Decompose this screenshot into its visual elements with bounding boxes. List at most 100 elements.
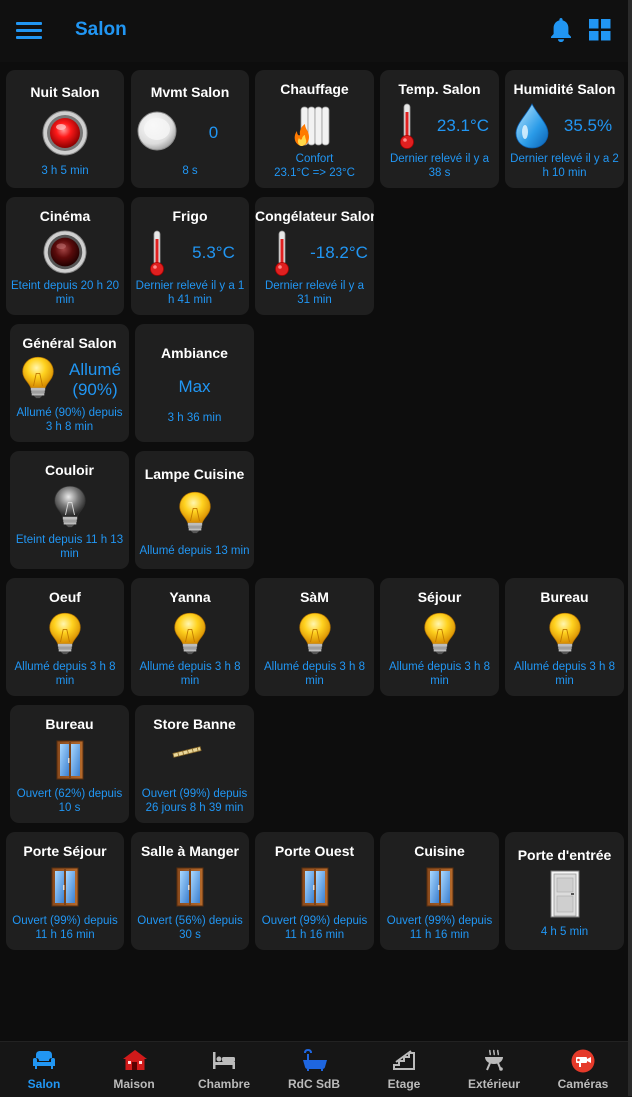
thermometer-icon bbox=[149, 229, 165, 277]
bottom-nav: Salon Maison Chambre RdC SdB Etage Extér… bbox=[0, 1041, 632, 1097]
tile-oeuf[interactable]: Oeuf Allumé depuis 3 h 8 min bbox=[6, 578, 124, 696]
tile-status: Allumé depuis 13 min bbox=[139, 545, 250, 557]
bathtub-icon bbox=[302, 1048, 327, 1071]
bulb-on-icon bbox=[422, 610, 458, 656]
tile-title: Yanna bbox=[169, 589, 211, 605]
water-drop-icon bbox=[513, 102, 551, 150]
tile-mvmt-salon[interactable]: Mvmt Salon 0 8 s bbox=[131, 70, 249, 188]
tile-status: 3 h 36 min bbox=[167, 412, 222, 424]
tile-status: Allumé depuis 3 h 8 min bbox=[139, 661, 241, 687]
tile-value: 23.1°C bbox=[436, 116, 490, 135]
screen-edge bbox=[628, 0, 632, 1096]
tile-value: 0 bbox=[208, 123, 219, 142]
tile-status: Allumé depuis 3 h 8 min bbox=[14, 661, 116, 687]
window-icon bbox=[176, 867, 204, 907]
tile-sam[interactable]: SàM Allumé depuis 3 h 8 min bbox=[255, 578, 374, 696]
tile-porte-entree[interactable]: Porte d'entrée 4 h 5 min bbox=[505, 832, 624, 950]
bulb-off-icon bbox=[52, 483, 88, 529]
window-icon bbox=[426, 867, 454, 907]
tile-store-banne[interactable]: Store Banne Ouvert (99%) depuis 26 jours… bbox=[135, 705, 254, 823]
tile-ambiance[interactable]: Ambiance Max 3 h 36 min bbox=[135, 324, 254, 442]
tile-status: Ouvert (99%) depuis 11 h 16 min bbox=[261, 915, 368, 941]
tile-title: Cuisine bbox=[414, 843, 465, 859]
bulb-on-icon bbox=[177, 489, 213, 535]
nav-label: RdC SdB bbox=[288, 1077, 340, 1091]
light-state: Allumé bbox=[69, 360, 121, 379]
tile-status: Ouvert (99%) depuis 11 h 16 min bbox=[386, 915, 493, 941]
tile-title: Bureau bbox=[540, 589, 589, 605]
app-header: Salon bbox=[0, 0, 632, 62]
tile-value: Allumé (90%) bbox=[62, 360, 128, 400]
tile-title: Congélateur Salon bbox=[255, 208, 374, 224]
nav-item-etage[interactable]: Etage bbox=[359, 1042, 449, 1097]
nav-item-cameras[interactable]: Caméras bbox=[538, 1042, 628, 1097]
tile-couloir[interactable]: Couloir Eteint depuis 11 h 13 min bbox=[10, 451, 129, 569]
tile-cinema[interactable]: Cinéma Eteint depuis 20 h 20 min bbox=[6, 197, 124, 315]
tile-title: Humidité Salon bbox=[513, 81, 616, 97]
nav-label: Extérieur bbox=[467, 1077, 521, 1091]
bed-icon bbox=[212, 1049, 236, 1071]
radiator-flame-icon bbox=[291, 104, 337, 148]
tile-status: Allumé depuis 3 h 8 min bbox=[388, 661, 490, 687]
tile-status: Allumé (90%) depuis 3 h 8 min bbox=[16, 407, 123, 433]
nav-item-salon[interactable]: Salon bbox=[0, 1042, 89, 1097]
tile-status: Ouvert (62%) depuis 10 s bbox=[16, 788, 123, 814]
tile-title: Cinéma bbox=[39, 208, 91, 224]
nav-label: Etage bbox=[387, 1077, 421, 1091]
nav-label: Caméras bbox=[557, 1077, 609, 1091]
tile-salle-manger[interactable]: Salle à Manger Ouvert (56%) depuis 30 s bbox=[131, 832, 249, 950]
tile-general-salon[interactable]: Général Salon Allumé (90%) Allumé (90%) … bbox=[10, 324, 129, 442]
tile-porte-sejour[interactable]: Porte Séjour Ouvert (99%) depuis 11 h 16… bbox=[6, 832, 124, 950]
window-icon bbox=[301, 867, 329, 907]
tile-cuisine[interactable]: Cuisine Ouvert (99%) depuis 11 h 16 min bbox=[380, 832, 499, 950]
grid-icon[interactable] bbox=[589, 19, 611, 41]
tile-frigo[interactable]: Frigo 5.3°C Dernier relevé il y a 1 h 41… bbox=[131, 197, 249, 315]
red-button-on-icon bbox=[42, 110, 88, 156]
nav-item-maison[interactable]: Maison bbox=[89, 1042, 179, 1097]
tile-bureau-light[interactable]: Bureau Allumé depuis 3 h 8 min bbox=[505, 578, 624, 696]
tile-status: Ouvert (56%) depuis 30 s bbox=[137, 915, 243, 941]
light-level: (90%) bbox=[72, 380, 118, 399]
tile-status: Confort 23.1°C => 23°C bbox=[259, 152, 370, 180]
window-icon bbox=[56, 740, 84, 780]
tile-yanna[interactable]: Yanna Allumé depuis 3 h 8 min bbox=[131, 578, 249, 696]
nav-item-rdc-sdb[interactable]: RdC SdB bbox=[269, 1042, 359, 1097]
camera-icon bbox=[571, 1049, 595, 1073]
tile-title: Nuit Salon bbox=[30, 84, 100, 100]
sofa-icon bbox=[32, 1049, 56, 1071]
red-button-off-icon bbox=[43, 230, 87, 274]
hamburger-menu-icon[interactable] bbox=[16, 19, 42, 41]
tile-status: Allumé depuis 3 h 8 min bbox=[263, 661, 365, 687]
nav-item-exterieur[interactable]: Extérieur bbox=[449, 1042, 539, 1097]
tile-status: Eteint depuis 11 h 13 min bbox=[15, 534, 124, 560]
tile-value: Max bbox=[178, 377, 211, 396]
tile-title: Oeuf bbox=[49, 589, 81, 605]
tile-title: Salle à Manger bbox=[140, 843, 240, 859]
tile-title: Temp. Salon bbox=[398, 81, 481, 97]
tile-status: 4 h 5 min bbox=[540, 926, 589, 938]
tile-status: Dernier relevé il y a 2 h 10 min bbox=[510, 153, 619, 179]
bulb-on-icon bbox=[20, 354, 56, 400]
window-icon bbox=[51, 867, 79, 907]
tile-chauffage[interactable]: Chauffage Confort 23.1°C => 23°C bbox=[255, 70, 374, 188]
tile-status: Ouvert (99%) depuis 11 h 16 min bbox=[12, 915, 118, 941]
tile-nuit-salon[interactable]: Nuit Salon 3 h 5 min bbox=[6, 70, 124, 188]
tile-bureau-shutter[interactable]: Bureau Ouvert (62%) depuis 10 s bbox=[10, 705, 129, 823]
bulb-on-icon bbox=[47, 610, 83, 656]
tile-sejour[interactable]: Séjour Allumé depuis 3 h 8 min bbox=[380, 578, 499, 696]
tile-title: Mvmt Salon bbox=[150, 84, 230, 100]
awning-icon bbox=[171, 745, 203, 759]
thermometer-icon bbox=[274, 229, 290, 277]
nav-item-chambre[interactable]: Chambre bbox=[179, 1042, 269, 1097]
tile-status: Dernier relevé il y a 1 h 41 min bbox=[135, 280, 245, 306]
tile-congelateur-salon[interactable]: Congélateur Salon -18.2°C Dernier relevé… bbox=[255, 197, 374, 315]
nav-label: Chambre bbox=[197, 1077, 250, 1091]
tile-lampe-cuisine[interactable]: Lampe Cuisine Allumé depuis 13 min bbox=[135, 451, 254, 569]
house-icon bbox=[122, 1049, 147, 1071]
tile-title: Ambiance bbox=[161, 345, 228, 361]
tile-value: 35.5% bbox=[563, 116, 613, 135]
tile-porte-ouest[interactable]: Porte Ouest Ouvert (99%) depuis 11 h 16 … bbox=[255, 832, 374, 950]
tile-humidite-salon[interactable]: Humidité Salon 35.5% Dernier relevé il y… bbox=[505, 70, 624, 188]
bell-icon[interactable] bbox=[549, 17, 573, 43]
tile-temp-salon[interactable]: Temp. Salon 23.1°C Dernier relevé il y a… bbox=[380, 70, 499, 188]
